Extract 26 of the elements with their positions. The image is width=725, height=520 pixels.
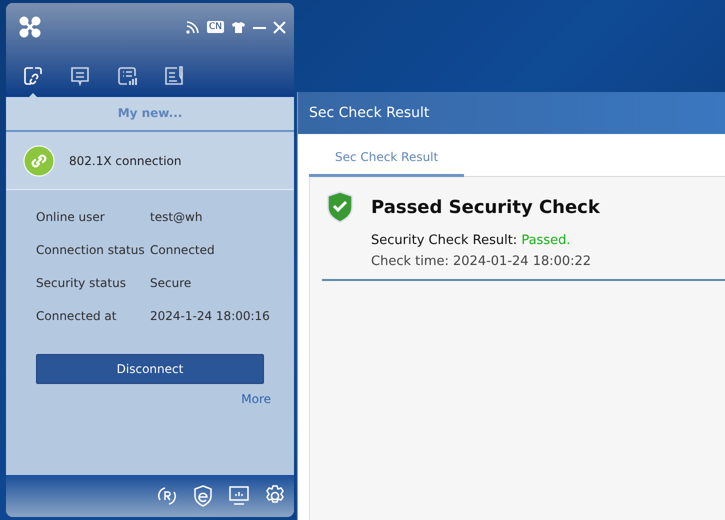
detail-label: Online user xyxy=(36,210,106,224)
close-icon[interactable] xyxy=(273,20,286,34)
link-icon xyxy=(23,144,55,176)
detail-label: Connection status xyxy=(36,242,146,256)
check-time: Check time: 2024-01-24 18:00:22 xyxy=(370,254,592,269)
logo-icon xyxy=(18,15,42,39)
monitor-icon[interactable] xyxy=(228,485,250,507)
detail-value: Secure xyxy=(150,276,192,290)
result-heading: Passed Security Check xyxy=(371,196,600,218)
result-line: Security Check Result: Passed. xyxy=(370,233,572,248)
detail-value: 2024-1-24 18:00:16 xyxy=(150,308,270,322)
shirt-icon[interactable] xyxy=(231,20,246,34)
section-title[interactable]: My new... xyxy=(6,97,294,132)
detail-label: Security status xyxy=(36,276,127,290)
language-button[interactable]: CN xyxy=(206,21,224,33)
more-link[interactable]: More xyxy=(241,392,271,406)
detail-value: Connected xyxy=(150,242,215,256)
shield-check-icon xyxy=(326,191,354,223)
disconnect-button[interactable]: Disconnect xyxy=(36,354,264,384)
refresh-icon[interactable] xyxy=(156,485,178,507)
detail-label: Connected at xyxy=(36,308,118,322)
window-title: Sec Check Result xyxy=(298,92,725,134)
wifi-icon[interactable] xyxy=(186,20,200,34)
shield-icon[interactable] xyxy=(192,485,214,507)
connection-name: 802.1X connection xyxy=(69,154,182,168)
detail-value: test@wh xyxy=(150,210,202,224)
